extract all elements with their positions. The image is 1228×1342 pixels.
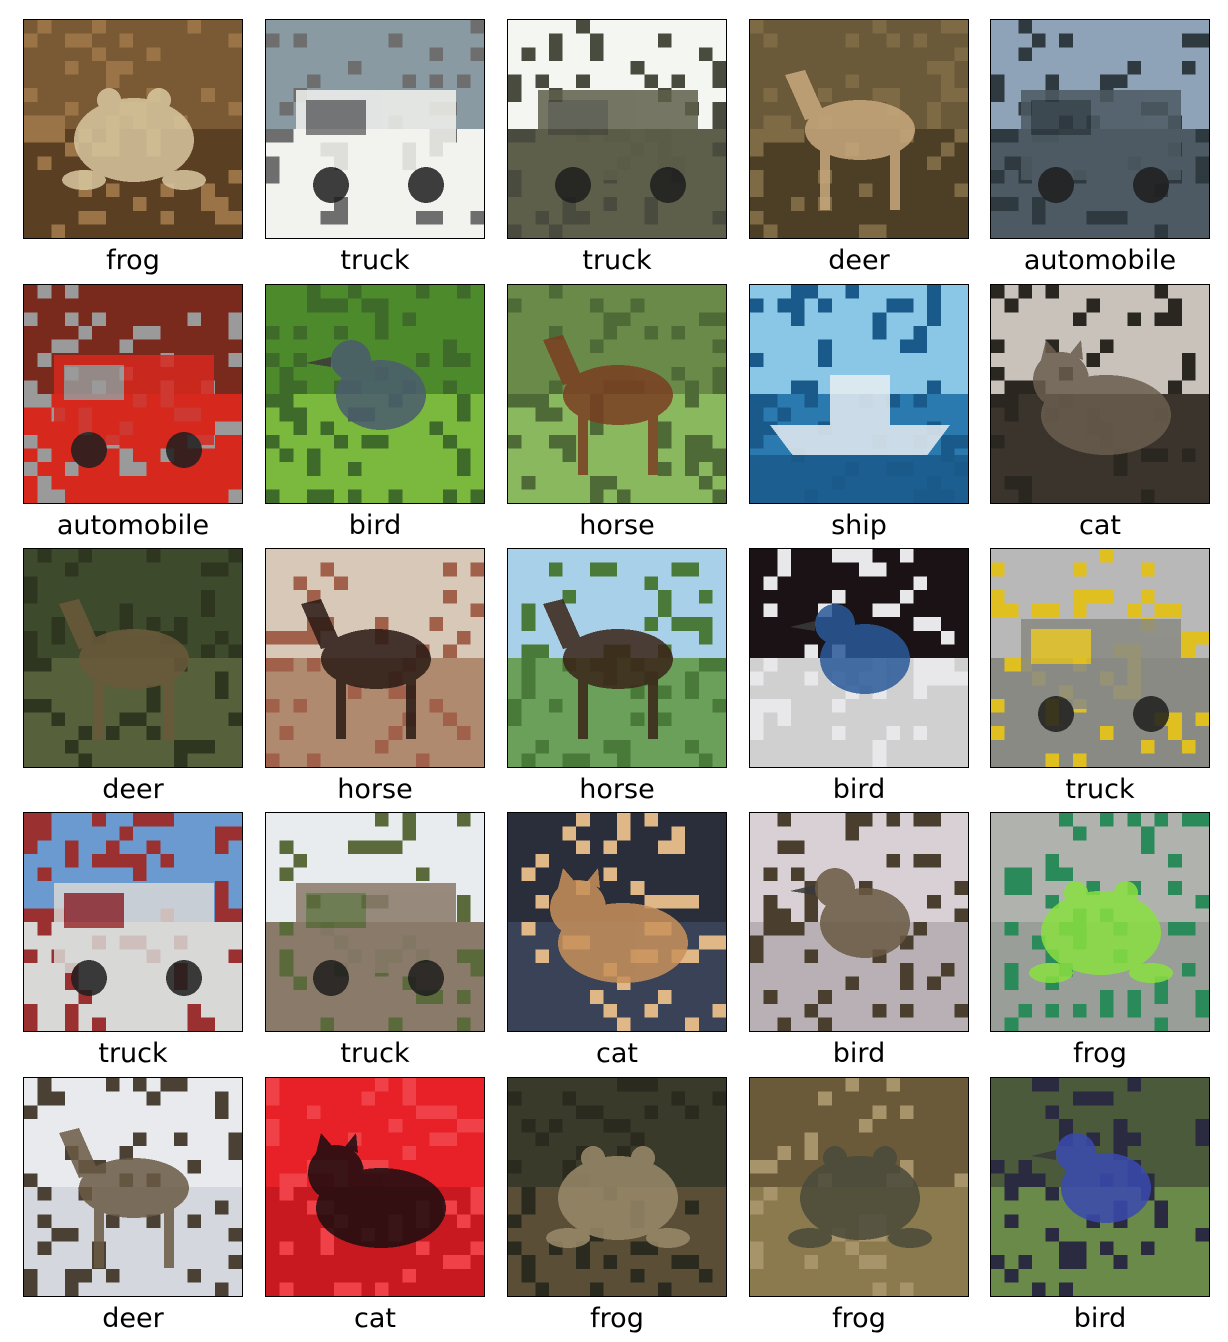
image-label: truck: [98, 1038, 168, 1069]
image-label: truck: [340, 1038, 410, 1069]
thumbnail-bird: [990, 1077, 1210, 1297]
thumbnail-cat: [990, 284, 1210, 504]
image-label: truck: [1065, 774, 1135, 805]
image-label: ship: [831, 510, 887, 541]
thumbnail-deer: [749, 19, 969, 239]
thumbnail-deer: [23, 1077, 243, 1297]
image-label: deer: [102, 1303, 164, 1334]
thumbnail-image: [750, 549, 968, 767]
thumbnail-image: [991, 549, 1209, 767]
thumbnail-bird: [265, 284, 485, 504]
image-label: automobile: [56, 510, 210, 541]
thumbnail-horse: [507, 284, 727, 504]
image-label: automobile: [1023, 245, 1177, 276]
image-label: frog: [832, 1303, 886, 1334]
thumbnail-ship: [749, 284, 969, 504]
thumbnail-image: [24, 1078, 242, 1296]
image-label: cat: [1079, 510, 1121, 541]
image-label: cat: [354, 1303, 396, 1334]
thumbnail-cat: [265, 1077, 485, 1297]
thumbnail-bird: [749, 548, 969, 768]
thumbnail-image: [508, 20, 726, 238]
thumbnail-automobile: [990, 19, 1210, 239]
thumbnail-horse: [265, 548, 485, 768]
image-label: bird: [832, 1038, 886, 1069]
thumbnail-image: [266, 285, 484, 503]
thumbnail-deer: [23, 548, 243, 768]
thumbnail-image: [24, 813, 242, 1031]
thumbnail-image: [266, 549, 484, 767]
thumbnail-image: [991, 813, 1209, 1031]
image-label: bird: [832, 774, 886, 805]
thumbnail-frog: [507, 1077, 727, 1297]
thumbnail-horse: [507, 548, 727, 768]
thumbnail-image: [24, 549, 242, 767]
image-label: bird: [348, 510, 402, 541]
thumbnail-image: [508, 1078, 726, 1296]
thumbnail-image: [750, 813, 968, 1031]
thumbnail-automobile: [23, 284, 243, 504]
thumbnail-image: [750, 20, 968, 238]
thumbnail-frog: [23, 19, 243, 239]
image-label: horse: [579, 510, 655, 541]
thumbnail-image: [991, 20, 1209, 238]
image-label: horse: [579, 774, 655, 805]
thumbnail-frog: [749, 1077, 969, 1297]
thumbnail-image: [508, 549, 726, 767]
thumbnail-image: [266, 813, 484, 1031]
thumbnail-image: [508, 813, 726, 1031]
image-label: truck: [582, 245, 652, 276]
thumbnail-image: [991, 285, 1209, 503]
image-label: bird: [1073, 1303, 1127, 1334]
thumbnail-bird: [749, 812, 969, 1032]
image-grid: frog truck truck deer automobile automobile bi…: [0, 0, 1228, 1342]
thumbnail-truck: [265, 812, 485, 1032]
thumbnail-image: [750, 285, 968, 503]
thumbnail-truck: [507, 19, 727, 239]
image-label: frog: [106, 245, 160, 276]
thumbnail-frog: [990, 812, 1210, 1032]
thumbnail-truck: [265, 19, 485, 239]
thumbnail-cat: [507, 812, 727, 1032]
thumbnail-image: [508, 285, 726, 503]
image-label: horse: [337, 774, 413, 805]
image-label: frog: [590, 1303, 644, 1334]
thumbnail-image: [266, 20, 484, 238]
thumbnail-image: [24, 20, 242, 238]
image-label: deer: [828, 245, 890, 276]
thumbnail-image: [750, 1078, 968, 1296]
image-label: cat: [596, 1038, 638, 1069]
thumbnail-truck: [23, 812, 243, 1032]
thumbnail-image: [24, 285, 242, 503]
image-label: truck: [340, 245, 410, 276]
image-label: frog: [1073, 1038, 1127, 1069]
image-label: deer: [102, 774, 164, 805]
thumbnail-image: [991, 1078, 1209, 1296]
thumbnail-image: [266, 1078, 484, 1296]
thumbnail-truck: [990, 548, 1210, 768]
